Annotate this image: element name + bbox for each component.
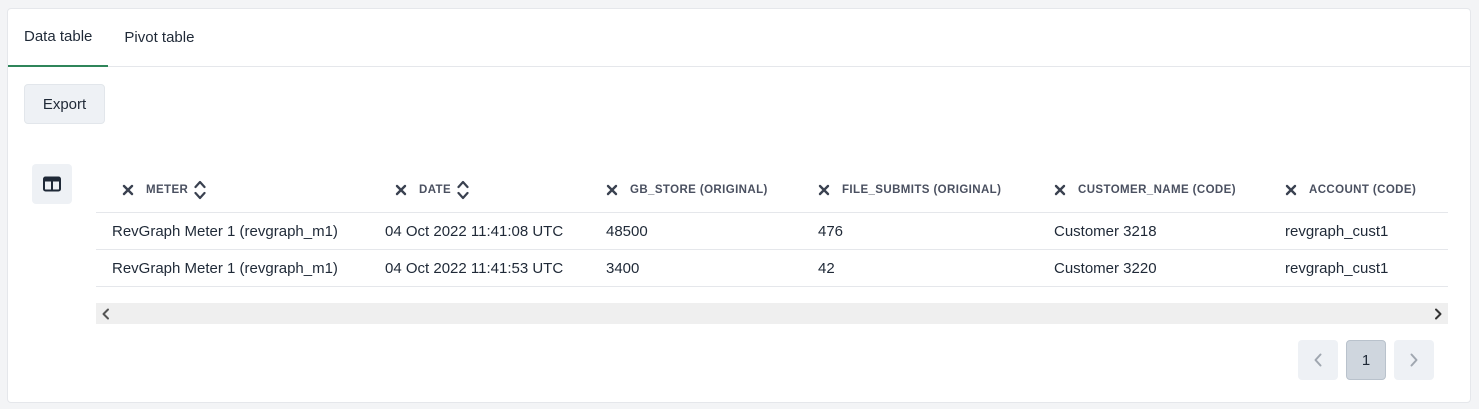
tab-pivot-table-label: Pivot table [124,28,195,46]
column-header-label: DATE [419,183,452,196]
data-table: METER DATE GB_STORE (ORIGINAL) FILE_SUBM… [96,167,1448,287]
table-cell-meter: RevGraph Meter 1 (revgraph_m1) [96,212,369,250]
remove-column-icon[interactable] [606,184,618,196]
column-header-label: ACCOUNT (CODE) [1309,183,1417,196]
column-header-label: CUSTOMER_NAME (CODE) [1078,183,1236,196]
table-cell-customer-name: Customer 3220 [1036,249,1267,287]
table-row: RevGraph Meter 1 (revgraph_m1) 04 Oct 20… [96,249,1448,287]
tab-data-table[interactable]: Data table [8,9,109,67]
chevron-left-icon [1314,353,1322,367]
column-header-meter: METER [96,167,369,213]
chevron-right-icon [1435,308,1442,319]
column-header-gb-store: GB_STORE (ORIGINAL) [588,167,800,213]
previous-page-button[interactable] [1298,340,1338,380]
table-columns-icon [43,176,61,192]
table-header-row: METER DATE GB_STORE (ORIGINAL) FILE_SUBM… [96,167,1448,213]
column-header-label: METER [146,183,189,196]
scroll-right-button[interactable] [1428,303,1448,324]
column-header-customer-name: CUSTOMER_NAME (CODE) [1036,167,1267,213]
column-header-file-submits: FILE_SUBMITS (ORIGINAL) [800,167,1036,213]
table-cell-file-submits: 42 [800,249,1036,287]
horizontal-scrollbar[interactable] [96,303,1448,324]
table-cell-date: 04 Oct 2022 11:41:53 UTC [369,249,588,287]
column-settings-button[interactable] [32,164,72,204]
table-row: RevGraph Meter 1 (revgraph_m1) 04 Oct 20… [96,212,1448,250]
table-cell-account: revgraph_cust1 [1267,249,1448,287]
scroll-left-button[interactable] [96,303,116,324]
remove-column-icon[interactable] [395,184,407,196]
chevron-right-icon [1410,353,1418,367]
export-button[interactable]: Export [24,84,105,124]
table-cell-date: 04 Oct 2022 11:41:08 UTC [369,212,588,250]
column-header-label: FILE_SUBMITS (ORIGINAL) [842,183,1002,196]
tab-pivot-table[interactable]: Pivot table [108,9,210,67]
chevron-left-icon [102,308,109,319]
next-page-button[interactable] [1394,340,1434,380]
column-header-account: ACCOUNT (CODE) [1267,167,1448,213]
tab-data-table-label: Data table [24,27,93,45]
column-header-date: DATE [369,167,588,213]
table-cell-file-submits: 476 [800,212,1036,250]
data-panel: Data table Pivot table Export METER DATE… [7,8,1471,403]
table-cell-meter: RevGraph Meter 1 (revgraph_m1) [96,249,369,287]
remove-column-icon[interactable] [818,184,830,196]
tab-bar: Data table Pivot table [8,9,1470,67]
column-header-label: GB_STORE (ORIGINAL) [630,183,768,196]
remove-column-icon[interactable] [122,184,134,196]
page-1-button[interactable]: 1 [1346,340,1386,380]
pagination: 1 [1298,340,1434,380]
table-cell-gb-store: 48500 [588,212,800,250]
table-cell-account: revgraph_cust1 [1267,212,1448,250]
remove-column-icon[interactable] [1285,184,1297,196]
sort-icon[interactable] [194,177,206,203]
data-table-container: METER DATE GB_STORE (ORIGINAL) FILE_SUBM… [96,167,1448,325]
sort-icon[interactable] [457,177,469,203]
table-cell-gb-store: 3400 [588,249,800,287]
table-cell-customer-name: Customer 3218 [1036,212,1267,250]
remove-column-icon[interactable] [1054,184,1066,196]
